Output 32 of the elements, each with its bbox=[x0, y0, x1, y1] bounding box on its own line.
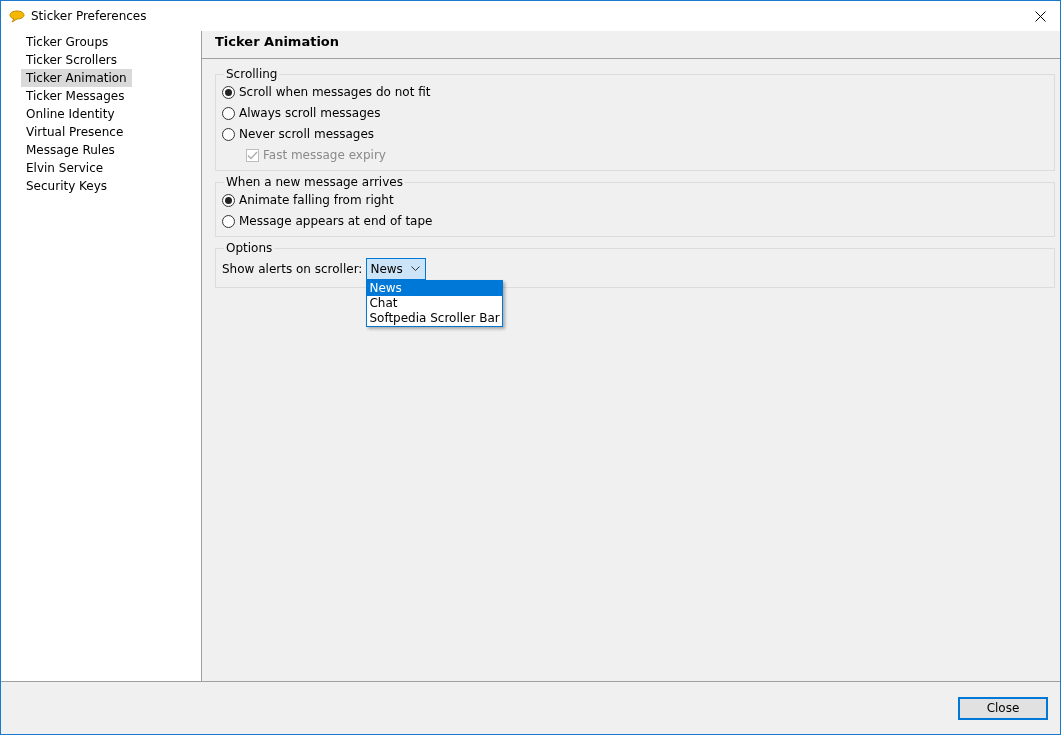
window-title: Sticker Preferences bbox=[31, 9, 148, 23]
sidebar-item[interactable]: Message Rules bbox=[21, 141, 120, 159]
radio-option[interactable]: Always scroll messages bbox=[222, 104, 381, 122]
radio-icon[interactable] bbox=[222, 214, 235, 228]
sidebar-item[interactable]: Elvin Service bbox=[21, 159, 109, 177]
radio-icon[interactable] bbox=[222, 85, 235, 99]
radio-icon[interactable] bbox=[222, 127, 235, 141]
sidebar-item[interactable]: Virtual Presence bbox=[21, 123, 129, 141]
sidebar-item[interactable]: Security Keys bbox=[21, 177, 113, 195]
radio-option[interactable]: Scroll when messages do not fit bbox=[222, 83, 431, 101]
select-label: Show alerts on scroller: bbox=[222, 262, 363, 276]
panel-title: Ticker Animation bbox=[215, 34, 340, 49]
group-title: Scrolling bbox=[225, 67, 279, 81]
close-button[interactable]: Close bbox=[958, 696, 1048, 720]
sidebar-item[interactable]: Online Identity bbox=[21, 105, 120, 123]
sidebar-item[interactable]: Ticker Groups bbox=[21, 33, 114, 51]
group-title: When a new message arrives bbox=[225, 175, 404, 189]
radio-icon[interactable] bbox=[222, 193, 235, 207]
speech-bubble-icon bbox=[9, 9, 25, 23]
dropdown-option[interactable]: Chat bbox=[367, 296, 502, 311]
group-title: Options bbox=[225, 241, 274, 255]
dropdown-option[interactable]: News bbox=[367, 281, 502, 296]
radio-icon[interactable] bbox=[222, 106, 235, 120]
caret-icon bbox=[410, 266, 420, 272]
scroller-dropdown[interactable]: News bbox=[366, 258, 426, 280]
sidebar-item[interactable]: Ticker Animation bbox=[21, 69, 132, 87]
radio-option[interactable]: Never scroll messages bbox=[222, 125, 375, 143]
sidebar-item[interactable]: Ticker Messages bbox=[21, 87, 130, 105]
radio-option[interactable]: Animate falling from right bbox=[222, 191, 394, 209]
radio-option[interactable]: Message appears at end of tape bbox=[222, 212, 433, 230]
sidebar-item[interactable]: Ticker Scrollers bbox=[21, 51, 122, 69]
dropdown-option[interactable]: Softpedia Scroller Bar bbox=[367, 311, 502, 326]
